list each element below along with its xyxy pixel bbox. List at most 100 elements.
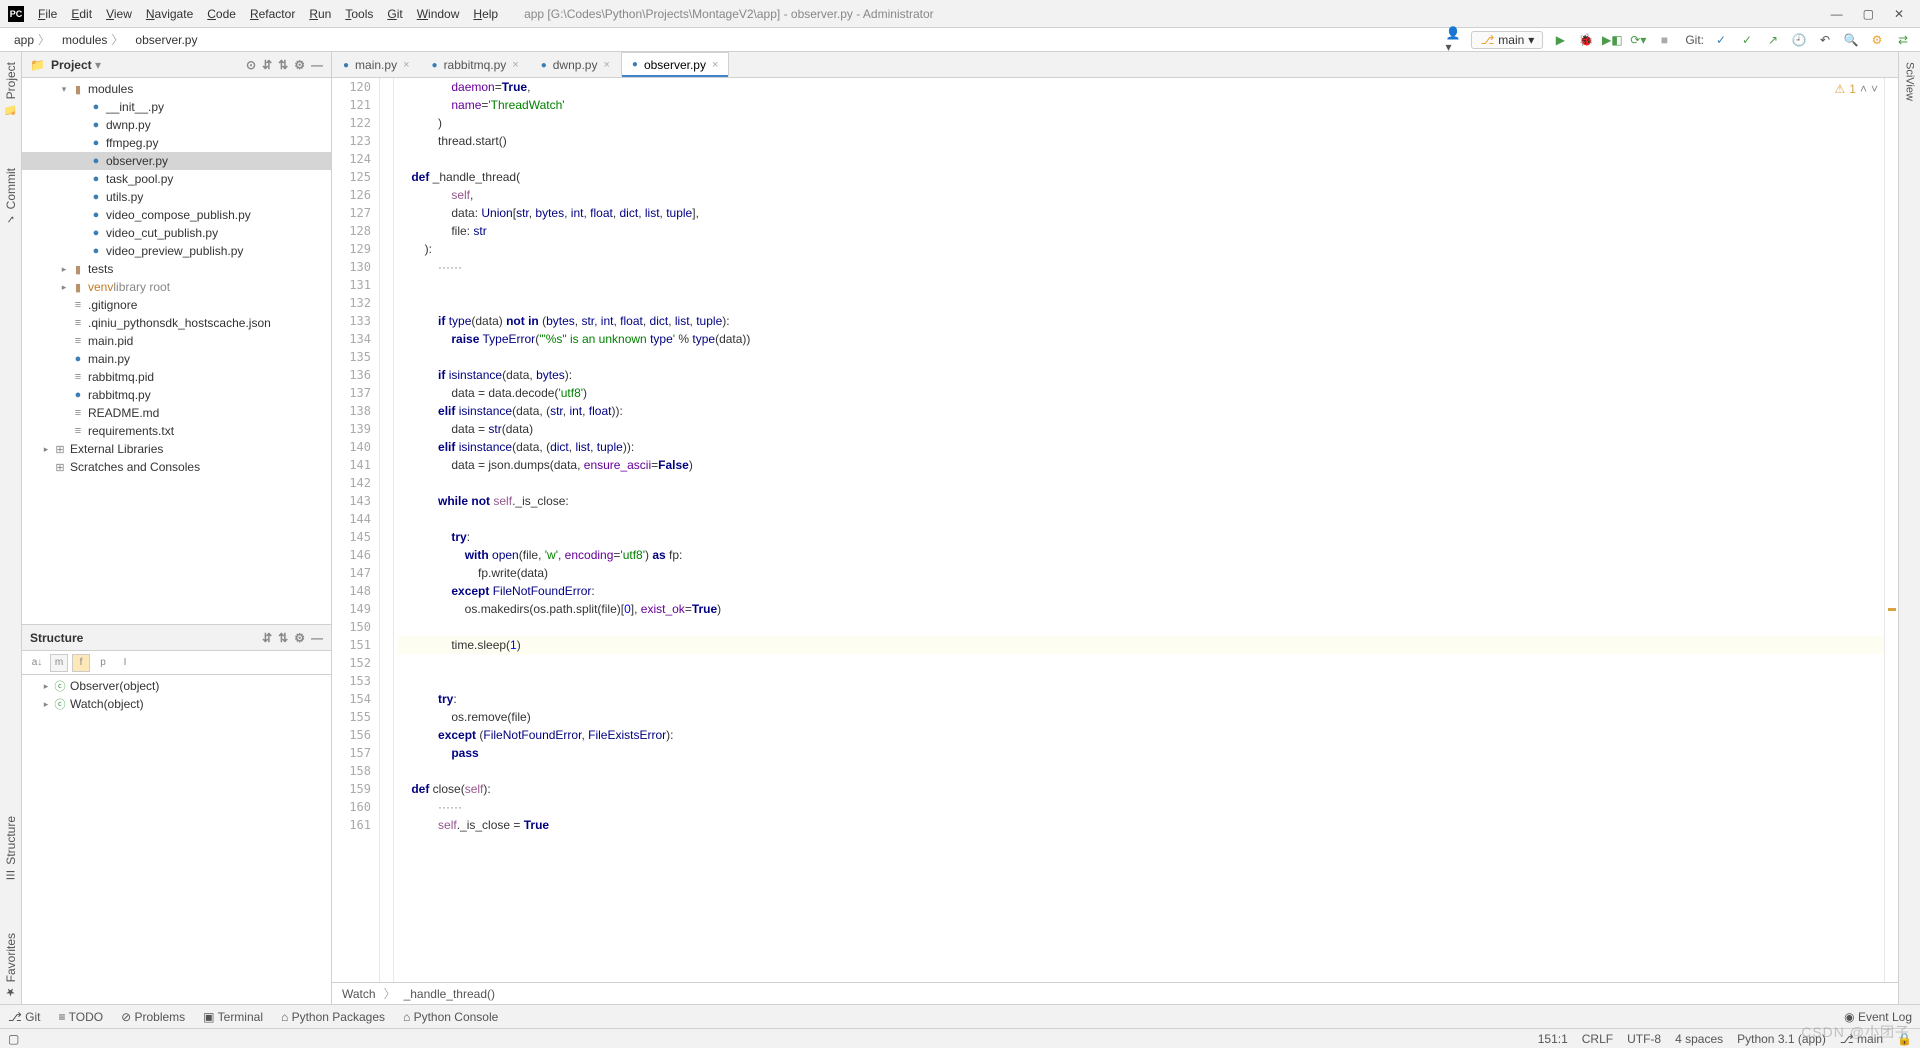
collapse-icon[interactable]: ⇅	[278, 631, 288, 645]
tree-node[interactable]: ▸⊞External Libraries	[22, 440, 331, 458]
tree-node[interactable]: ⊞Scratches and Consoles	[22, 458, 331, 476]
project-tool-tab[interactable]: 📁 Project	[2, 56, 20, 122]
maximize-button[interactable]: ▢	[1863, 7, 1874, 21]
search-everywhere-icon[interactable]: 🔍	[1842, 31, 1860, 49]
run-button[interactable]: ▶	[1551, 31, 1569, 49]
menu-help[interactable]: Help	[467, 5, 504, 23]
caret-position[interactable]: 151:1	[1538, 1032, 1568, 1046]
tree-node[interactable]: ●video_cut_publish.py	[22, 224, 331, 242]
menu-file[interactable]: File	[32, 5, 63, 23]
expand-icon[interactable]: ⇵	[262, 631, 272, 645]
git-push-icon[interactable]: ↗	[1764, 31, 1782, 49]
tree-node[interactable]: ●dwnp.py	[22, 116, 331, 134]
pyconsole-tab[interactable]: ⌂ Python Console	[403, 1010, 498, 1024]
tree-node[interactable]: ●video_compose_publish.py	[22, 206, 331, 224]
indent-settings[interactable]: 4 spaces	[1675, 1032, 1723, 1046]
interpreter[interactable]: Python 3.1 (app)	[1737, 1032, 1826, 1046]
collapse-icon[interactable]: ⇅	[278, 58, 288, 72]
tree-node[interactable]: ●observer.py	[22, 152, 331, 170]
coverage-button[interactable]: ▶◧	[1603, 31, 1621, 49]
settings-icon[interactable]: ⚙	[294, 631, 305, 645]
event-log-tab[interactable]: ◉ Event Log	[1844, 1010, 1912, 1024]
editor-tab[interactable]: ●rabbitmq.py×	[421, 52, 530, 77]
commit-tool-tab[interactable]: ✓ Commit	[2, 162, 20, 231]
close-tab-icon[interactable]: ×	[712, 59, 718, 71]
menu-git[interactable]: Git	[381, 5, 408, 23]
menu-edit[interactable]: Edit	[65, 5, 98, 23]
tree-node[interactable]: ≡rabbitmq.pid	[22, 368, 331, 386]
tree-node[interactable]: ≡main.pid	[22, 332, 331, 350]
ide-settings-icon[interactable]: ⚙	[1868, 31, 1886, 49]
git-branch-status[interactable]: ⎇ main	[1840, 1032, 1883, 1046]
tree-node[interactable]: ≡.gitignore	[22, 296, 331, 314]
menu-code[interactable]: Code	[201, 5, 242, 23]
profile-button[interactable]: ⟳▾	[1629, 31, 1647, 49]
filter-m-icon[interactable]: m	[50, 654, 68, 672]
breadcrumb-file[interactable]: observer.py	[129, 31, 203, 49]
git-revert-icon[interactable]: ↶	[1816, 31, 1834, 49]
tree-node[interactable]: ●__init__.py	[22, 98, 331, 116]
settings-icon[interactable]: ⚙	[294, 58, 305, 72]
locate-icon[interactable]: ⊙	[246, 58, 256, 72]
branch-selector[interactable]: main ▾	[1471, 31, 1543, 49]
todo-tab[interactable]: ≡ TODO	[59, 1010, 104, 1024]
expand-icon[interactable]: ⇵	[262, 58, 272, 72]
structure-node[interactable]: ▸ⓒWatch(object)	[22, 695, 331, 713]
structure-node[interactable]: ▸ⓒObserver(object)	[22, 677, 331, 695]
line-separator[interactable]: CRLF	[1582, 1032, 1613, 1046]
close-tab-icon[interactable]: ×	[403, 59, 409, 71]
git-commit-icon[interactable]: ✓	[1738, 31, 1756, 49]
error-stripe[interactable]	[1884, 78, 1898, 982]
code-area[interactable]: daemon=True, name='ThreadWatch' ) thread…	[394, 78, 1884, 982]
menu-run[interactable]: Run	[303, 5, 337, 23]
menu-refactor[interactable]: Refactor	[244, 5, 301, 23]
menu-tools[interactable]: Tools	[339, 5, 379, 23]
menu-navigate[interactable]: Navigate	[140, 5, 199, 23]
git-update-icon[interactable]: ✓	[1712, 31, 1730, 49]
minimize-button[interactable]: —	[1831, 7, 1843, 21]
tree-node[interactable]: ≡README.md	[22, 404, 331, 422]
menu-view[interactable]: View	[100, 5, 138, 23]
sciview-tab[interactable]: SciView	[1902, 56, 1918, 107]
problems-tab[interactable]: ⊘ Problems	[121, 1010, 185, 1024]
tree-node[interactable]: ●main.py	[22, 350, 331, 368]
breadcrumb-modules[interactable]: modules	[56, 29, 129, 50]
tree-node[interactable]: ▸▮venv library root	[22, 278, 331, 296]
hide-icon[interactable]: —	[311, 58, 323, 72]
debug-button[interactable]: 🐞	[1577, 31, 1595, 49]
tree-node[interactable]: ▾▮modules	[22, 80, 331, 98]
project-tree[interactable]: ▾▮modules●__init__.py●dwnp.py●ffmpeg.py●…	[22, 78, 331, 624]
hide-icon[interactable]: —	[311, 631, 323, 645]
close-button[interactable]: ✕	[1894, 7, 1904, 21]
structure-tool-tab[interactable]: ☰ Structure	[2, 810, 20, 887]
editor-tab[interactable]: ●dwnp.py×	[530, 52, 621, 77]
tree-node[interactable]: ●rabbitmq.py	[22, 386, 331, 404]
project-view-combo[interactable]: Project	[51, 58, 101, 72]
crumb-class[interactable]: Watch	[342, 987, 376, 1001]
tree-node[interactable]: ≡.qiniu_pythonsdk_hostscache.json	[22, 314, 331, 332]
filter-p-icon[interactable]: p	[94, 654, 112, 672]
editor-tab[interactable]: ●main.py×	[332, 52, 421, 77]
editor-tab[interactable]: ●observer.py×	[621, 52, 730, 77]
lock-icon[interactable]: 🔒	[1897, 1032, 1912, 1046]
close-tab-icon[interactable]: ×	[512, 59, 518, 71]
structure-tree[interactable]: ▸ⓒObserver(object)▸ⓒWatch(object)	[22, 675, 331, 1004]
favorites-tool-tab[interactable]: ★ Favorites	[2, 927, 20, 1004]
tree-node[interactable]: ●task_pool.py	[22, 170, 331, 188]
pypackages-tab[interactable]: ⌂ Python Packages	[281, 1010, 385, 1024]
tree-node[interactable]: ●video_preview_publish.py	[22, 242, 331, 260]
filter-i-icon[interactable]: I	[116, 654, 134, 672]
sort-alpha-icon[interactable]: a↓	[28, 654, 46, 672]
filter-f-icon[interactable]: f	[72, 654, 90, 672]
add-user-icon[interactable]: 👤▾	[1445, 31, 1463, 49]
file-encoding[interactable]: UTF-8	[1627, 1032, 1661, 1046]
tree-node[interactable]: ≡requirements.txt	[22, 422, 331, 440]
stop-button[interactable]: ■	[1655, 31, 1673, 49]
tree-node[interactable]: ●ffmpeg.py	[22, 134, 331, 152]
git-history-icon[interactable]: 🕘	[1790, 31, 1808, 49]
menu-window[interactable]: Window	[411, 5, 466, 23]
code-editor[interactable]: 120 121 122 123 124 125 126 127 128 129 …	[332, 78, 1898, 982]
sync-icon[interactable]: ⇄	[1894, 31, 1912, 49]
terminal-tab[interactable]: ▣ Terminal	[203, 1010, 263, 1024]
git-tab[interactable]: ⎇ Git	[8, 1010, 41, 1024]
